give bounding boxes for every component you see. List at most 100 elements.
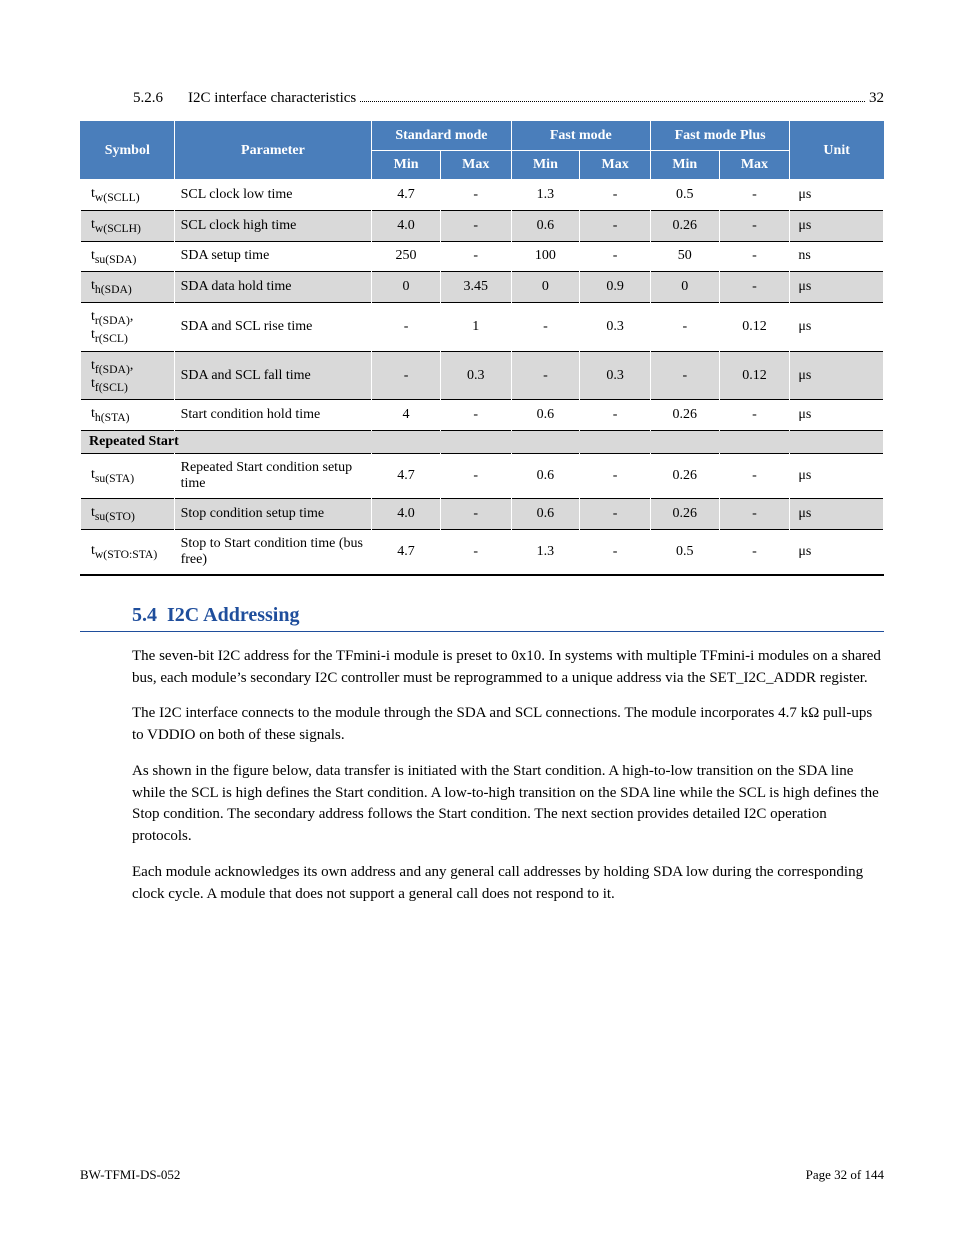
section-title: I2C Addressing (167, 604, 299, 626)
cell-unit: μs (790, 351, 884, 400)
cell-value: 0.12 (719, 303, 790, 352)
cell-value: 0.5 (650, 180, 719, 211)
table-row: tw(STO:STA)Stop to Start condition time … (81, 529, 884, 575)
cell-value: 4.7 (372, 180, 441, 211)
cell-value: - (580, 180, 651, 211)
cell-symbol: tsu(SDA) (81, 241, 175, 272)
table-row: th(SDA)SDA data hold time03.4500.90-μs (81, 272, 884, 303)
cell-value: 250 (372, 241, 441, 272)
cell-value: - (580, 400, 651, 431)
cell-value: - (372, 303, 441, 352)
cell-value: - (650, 303, 719, 352)
col-parameter: Parameter (174, 122, 372, 180)
toc-page-number: 32 (869, 90, 884, 107)
col-fast-min: Min (511, 151, 580, 180)
toc-number: 5.2.6 (133, 90, 188, 107)
cell-value: - (580, 529, 651, 575)
cell-value: 1 (440, 303, 511, 352)
cell-unit: μs (790, 272, 884, 303)
paragraph: Each module acknowledges its own address… (132, 862, 884, 906)
cell-symbol: tsu(STA) (81, 454, 175, 499)
cell-unit: μs (790, 210, 884, 241)
col-symbol: Symbol (81, 122, 175, 180)
cell-value: - (719, 529, 790, 575)
cell-symbol: tr(SDA), tr(SCL) (81, 303, 175, 352)
col-fp-min: Min (650, 151, 719, 180)
i2c-characteristics-table: Symbol Parameter Standard mode Fast mode… (80, 121, 884, 576)
cell-value: 0.6 (511, 499, 580, 530)
table-row: tw(SCLH)SCL clock high time4.0-0.6-0.26-… (81, 210, 884, 241)
cell-value: - (580, 454, 651, 499)
col-unit: Unit (790, 122, 884, 180)
cell-unit: μs (790, 303, 884, 352)
cell-value: 1.3 (511, 180, 580, 211)
cell-symbol: tf(SDA), tf(SCL) (81, 351, 175, 400)
toc-leader-dots (360, 101, 865, 102)
cell-value: - (719, 454, 790, 499)
cell-value: - (372, 351, 441, 400)
cell-value: 4.7 (372, 529, 441, 575)
cell-value: - (440, 400, 511, 431)
cell-unit: μs (790, 454, 884, 499)
cell-parameter: SDA and SCL fall time (174, 351, 372, 400)
cell-parameter: SCL clock low time (174, 180, 372, 211)
cell-value: 0.26 (650, 499, 719, 530)
cell-value: 4 (372, 400, 441, 431)
col-std-min: Min (372, 151, 441, 180)
cell-parameter: Repeated Start condition setup time (174, 454, 372, 499)
cell-unit: μs (790, 529, 884, 575)
table-section-label: Repeated Start (81, 431, 884, 454)
cell-value: 1.3 (511, 529, 580, 575)
cell-symbol: tsu(STO) (81, 499, 175, 530)
cell-value: 0 (372, 272, 441, 303)
cell-symbol: tw(SCLL) (81, 180, 175, 211)
col-fast: Fast mode (511, 122, 650, 151)
cell-value: - (580, 241, 651, 272)
cell-value: 0.12 (719, 351, 790, 400)
cell-value: - (719, 210, 790, 241)
cell-unit: ns (790, 241, 884, 272)
footer-page-number: Page 32 of 144 (806, 1167, 884, 1183)
cell-value: 0.5 (650, 529, 719, 575)
cell-value: 50 (650, 241, 719, 272)
cell-value: - (650, 351, 719, 400)
table-section-row: Repeated Start (81, 431, 884, 454)
cell-value: 0.26 (650, 400, 719, 431)
cell-value: - (719, 499, 790, 530)
table-row: tw(SCLL)SCL clock low time4.7-1.3-0.5-μs (81, 180, 884, 211)
cell-value: 0 (511, 272, 580, 303)
cell-value: - (511, 351, 580, 400)
cell-unit: μs (790, 400, 884, 431)
table-row: tsu(STO)Stop condition setup time4.0-0.6… (81, 499, 884, 530)
cell-value: - (440, 529, 511, 575)
cell-value: 0.3 (440, 351, 511, 400)
table-row: tr(SDA), tr(SCL)SDA and SCL rise time-1-… (81, 303, 884, 352)
table-row: tf(SDA), tf(SCL)SDA and SCL fall time-0.… (81, 351, 884, 400)
paragraph: As shown in the figure below, data trans… (132, 761, 884, 848)
cell-value: 0.6 (511, 454, 580, 499)
table-row: tsu(SDA)SDA setup time250-100-50-ns (81, 241, 884, 272)
cell-symbol: tw(SCLH) (81, 210, 175, 241)
paragraph: The I2C interface connects to the module… (132, 703, 884, 747)
cell-value: - (440, 210, 511, 241)
body-text: The seven-bit I2C address for the TFmini… (80, 646, 884, 906)
section-number: 5.4 (132, 604, 157, 626)
cell-parameter: SDA data hold time (174, 272, 372, 303)
cell-unit: μs (790, 499, 884, 530)
cell-value: 3.45 (440, 272, 511, 303)
col-fast-max: Max (580, 151, 651, 180)
cell-value: - (719, 400, 790, 431)
cell-unit: μs (790, 180, 884, 211)
cell-value: 0 (650, 272, 719, 303)
footer-doc-id: BW-TFMI-DS-052 (80, 1167, 180, 1183)
table-row: tsu(STA)Repeated Start condition setup t… (81, 454, 884, 499)
col-fp-max: Max (719, 151, 790, 180)
cell-parameter: Stop to Start condition time (bus free) (174, 529, 372, 575)
col-standard: Standard mode (372, 122, 511, 151)
section-heading: 5.4 I2C Addressing (80, 604, 884, 632)
cell-value: 100 (511, 241, 580, 272)
cell-value: 4.7 (372, 454, 441, 499)
paragraph: The seven-bit I2C address for the TFmini… (132, 646, 884, 690)
cell-parameter: Start condition hold time (174, 400, 372, 431)
cell-symbol: tw(STO:STA) (81, 529, 175, 575)
